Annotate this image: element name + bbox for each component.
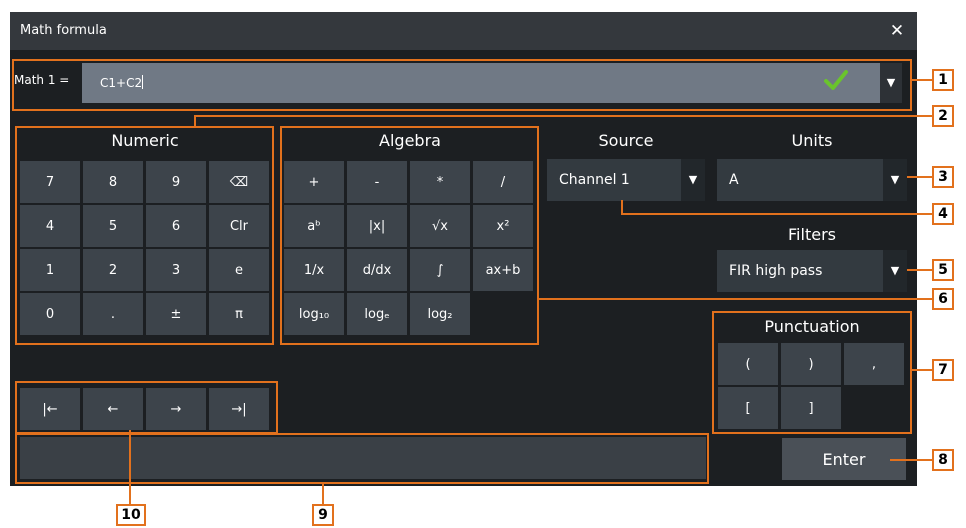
clear-button[interactable]: Clr [209, 205, 269, 247]
algebra-key-ln[interactable]: logₑ [347, 293, 407, 335]
chevron-down-icon: ▼ [883, 250, 907, 292]
algebra-key-multiply[interactable]: * [410, 161, 470, 203]
callout-7: 7 [932, 359, 954, 381]
cursor-end-icon[interactable]: →| [209, 388, 269, 430]
algebra-key-log10[interactable]: log₁₀ [284, 293, 344, 335]
filters-title: Filters [788, 225, 836, 244]
cursor-right-icon[interactable]: → [146, 388, 206, 430]
numeric-key-e[interactable]: e [209, 249, 269, 291]
callout-9: 9 [312, 504, 334, 526]
algebra-key-linear[interactable]: ax+b [473, 249, 533, 291]
callout-5: 5 [932, 259, 954, 281]
source-select[interactable]: Channel 1 ▼ [547, 159, 705, 201]
punctuation-key-comma[interactable]: , [844, 343, 904, 385]
callout-8: 8 [932, 449, 954, 471]
formula-row: Math 1 = C1+C2 ▼ [4, 55, 912, 107]
algebra-key-plus[interactable]: + [284, 161, 344, 203]
numeric-key-2[interactable]: 2 [83, 249, 143, 291]
formula-dropdown-button[interactable]: ▼ [880, 63, 902, 103]
formula-label: Math 1 = [14, 73, 70, 87]
numeric-key-1[interactable]: 1 [20, 249, 80, 291]
expression-preview [20, 437, 706, 479]
formula-input[interactable]: C1+C2 [82, 63, 880, 103]
numeric-key-8[interactable]: 8 [83, 161, 143, 203]
numeric-key-decimal[interactable]: . [83, 293, 143, 335]
callout-3: 3 [932, 166, 954, 188]
algebra-title: Algebra [379, 131, 441, 150]
punctuation-key-open-bracket[interactable]: [ [718, 387, 778, 429]
callout-2: 2 [932, 105, 954, 127]
formula-value: C1+C2 [100, 76, 143, 90]
punctuation-key-close-paren[interactable]: ) [781, 343, 841, 385]
enter-button[interactable]: Enter [782, 438, 906, 480]
screenshot-stage: Math formula ✕ Math 1 = C1+C2 ▼ Numeric … [0, 0, 966, 528]
algebra-key-sqrt[interactable]: √x [410, 205, 470, 247]
numeric-key-plus-minus[interactable]: ± [146, 293, 206, 335]
numeric-key-6[interactable]: 6 [146, 205, 206, 247]
close-icon[interactable]: ✕ [887, 21, 907, 41]
algebra-key-log2[interactable]: log₂ [410, 293, 470, 335]
punctuation-key-open-paren[interactable]: ( [718, 343, 778, 385]
punctuation-title: Punctuation [764, 317, 860, 336]
title-bar: Math formula ✕ [10, 12, 917, 50]
algebra-key-divide[interactable]: / [473, 161, 533, 203]
chevron-down-icon: ▼ [681, 159, 705, 201]
numeric-key-4[interactable]: 4 [20, 205, 80, 247]
numeric-key-5[interactable]: 5 [83, 205, 143, 247]
chevron-down-icon: ▼ [886, 76, 896, 89]
callout-10: 10 [116, 504, 146, 526]
numeric-key-7[interactable]: 7 [20, 161, 80, 203]
cursor-home-icon[interactable]: |← [20, 388, 80, 430]
algebra-key-power[interactable]: aᵇ [284, 205, 344, 247]
source-title: Source [598, 131, 654, 150]
algebra-key-abs[interactable]: |x| [347, 205, 407, 247]
units-select[interactable]: A ▼ [717, 159, 907, 201]
callout-6: 6 [932, 288, 954, 310]
source-value: Channel 1 [559, 172, 630, 188]
units-value: A [729, 172, 739, 188]
check-icon [824, 70, 848, 90]
filters-select[interactable]: FIR high pass ▼ [717, 250, 907, 292]
numeric-key-3[interactable]: 3 [146, 249, 206, 291]
cursor-left-icon[interactable]: ← [83, 388, 143, 430]
callout-1: 1 [932, 69, 954, 91]
algebra-key-square[interactable]: x² [473, 205, 533, 247]
numeric-key-0[interactable]: 0 [20, 293, 80, 335]
dialog-title: Math formula [20, 23, 107, 38]
filters-value: FIR high pass [729, 263, 823, 279]
callout-4: 4 [932, 203, 954, 225]
algebra-key-derivative[interactable]: d/dx [347, 249, 407, 291]
algebra-key-minus[interactable]: - [347, 161, 407, 203]
numeric-key-pi[interactable]: π [209, 293, 269, 335]
algebra-key-integral[interactable]: ∫ [410, 249, 470, 291]
chevron-down-icon: ▼ [883, 159, 907, 201]
numeric-key-9[interactable]: 9 [146, 161, 206, 203]
numeric-title: Numeric [111, 131, 179, 150]
units-title: Units [791, 131, 833, 150]
backspace-icon[interactable]: ⌫ [209, 161, 269, 203]
algebra-key-reciprocal[interactable]: 1/x [284, 249, 344, 291]
punctuation-key-close-bracket[interactable]: ] [781, 387, 841, 429]
